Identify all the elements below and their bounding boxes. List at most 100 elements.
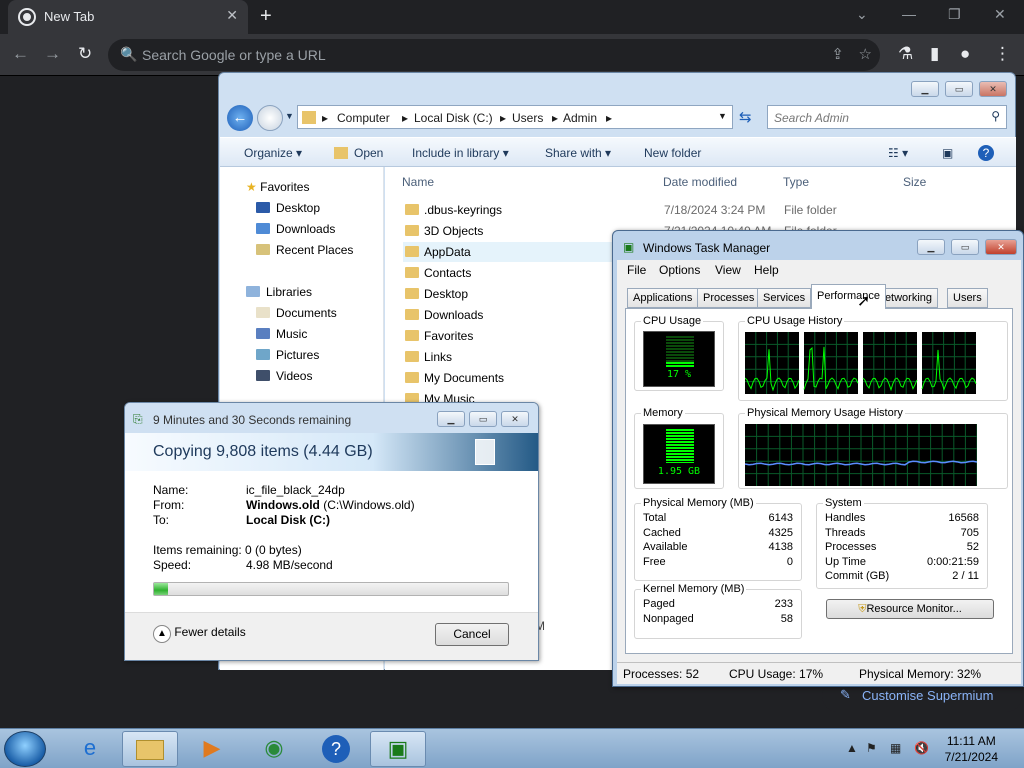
nav-documents[interactable]: Documents	[256, 306, 337, 320]
fewer-details-button[interactable]: ▲ Fewer details	[153, 625, 246, 643]
resource-monitor-button[interactable]: ⛨Resource Monitor...	[826, 599, 994, 619]
close-window-icon[interactable]: ✕	[994, 6, 1006, 23]
address-dropdown-icon[interactable]: ▼	[718, 111, 727, 121]
explorer-minimize-button[interactable]: ▁	[911, 81, 939, 97]
column-date-modified[interactable]: Date modified	[663, 175, 737, 189]
action-center-flag-icon[interactable]: ⚑	[866, 741, 877, 755]
forward-icon[interactable]: →	[44, 44, 61, 64]
nav-music[interactable]: Music	[256, 327, 307, 341]
nav-recent-places[interactable]: Recent Places	[256, 243, 353, 257]
network-globe-icon[interactable]: ◉	[246, 731, 302, 767]
bookmark-star-icon[interactable]: ☆	[859, 45, 872, 63]
tab-performance[interactable]: Performance	[811, 284, 886, 309]
column-name[interactable]: Name	[402, 175, 434, 189]
stat-value: 58	[780, 612, 793, 625]
tab-services[interactable]: Services	[757, 288, 812, 308]
tab-processes[interactable]: Processes	[697, 288, 761, 308]
extensions-icon[interactable]: ⚗	[898, 44, 913, 64]
forward-button[interactable]	[257, 105, 283, 131]
recent-pages-icon[interactable]: ▼	[285, 111, 294, 121]
breadcrumb-computer[interactable]: Computer	[337, 111, 390, 125]
explorer-close-button[interactable]: ✕	[979, 81, 1007, 97]
menu-options[interactable]: Options	[659, 263, 700, 277]
status-cpu: CPU Usage: 17%	[729, 667, 824, 681]
profile-icon[interactable]: ●	[960, 44, 970, 64]
breadcrumb-users[interactable]: Users	[512, 111, 543, 125]
omnibox[interactable]: 🔍 Search Google or type a URL ⇪ ☆	[108, 39, 880, 71]
volume-muted-icon[interactable]: 🔇	[914, 741, 929, 755]
view-options-icon[interactable]: ☷ ▾	[888, 146, 908, 160]
copy-dialog: ⎘ 9 Minutes and 30 Seconds remaining ▁ ▭…	[124, 402, 539, 661]
share-icon[interactable]: ⇪	[831, 45, 844, 63]
explorer-maximize-button[interactable]: ▭	[945, 81, 973, 97]
clock-time: 11:11 AM	[946, 734, 996, 748]
include-in-library-button[interactable]: Include in library ▾	[412, 146, 509, 160]
address-bar[interactable]: ▸ Computer ▸ Local Disk (C:) ▸ Users ▸ A…	[297, 105, 733, 129]
restore-icon[interactable]: ❐	[948, 6, 961, 23]
preview-pane-icon[interactable]: ▣	[942, 146, 953, 160]
tab-title: New Tab	[44, 9, 95, 24]
nav-favorites[interactable]: ★ Favorites	[246, 180, 309, 194]
copy-dialog-titlebar: ⎘ 9 Minutes and 30 Seconds remaining ▁ ▭…	[125, 403, 538, 433]
clock[interactable]: 11:11 AM 7/21/2024	[945, 733, 998, 765]
close-tab-icon[interactable]: ✕	[226, 7, 238, 24]
tab-new-tab[interactable]: New Tab ✕	[8, 0, 248, 34]
breadcrumb-local-disk[interactable]: Local Disk (C:)	[414, 111, 493, 125]
share-with-button[interactable]: Share with ▾	[545, 146, 611, 160]
help-support-icon[interactable]: ?	[308, 731, 364, 767]
explorer-taskbar-icon[interactable]	[122, 731, 178, 767]
tm-close-button[interactable]: ✕	[985, 239, 1017, 255]
network-icon[interactable]: ▦	[890, 741, 901, 755]
menu-file[interactable]: File	[627, 263, 646, 277]
reload-icon[interactable]: ↻	[78, 44, 92, 64]
cancel-button[interactable]: Cancel	[435, 623, 509, 646]
omnibox-placeholder: Search Google or type a URL	[142, 47, 326, 63]
tab-search-icon[interactable]: ⌄	[856, 6, 868, 23]
chevron-up-icon: ▲	[153, 625, 171, 643]
customise-label: Customise Supermium	[862, 688, 994, 703]
menu-icon[interactable]: ⋮	[994, 44, 1011, 64]
side-panel-icon[interactable]: ▮	[930, 44, 939, 64]
menu-view[interactable]: View	[715, 263, 741, 277]
new-folder-button[interactable]: New folder	[644, 146, 701, 160]
stat-value: 233	[774, 598, 793, 610]
include-label: Include in library	[412, 146, 500, 160]
show-hidden-icons[interactable]: ▲	[846, 741, 858, 755]
stat-label: Paged	[643, 598, 675, 610]
file-row[interactable]: .dbus-keyrings 7/18/2024 3:24 PM File fold…	[403, 200, 1003, 220]
start-button[interactable]	[4, 731, 46, 767]
nav-downloads[interactable]: Downloads	[256, 222, 335, 236]
search-input[interactable]: Search Admin ⚲	[767, 105, 1007, 129]
media-player-icon[interactable]: ▶	[184, 731, 240, 767]
refresh-icon[interactable]: ⇆	[739, 108, 752, 126]
back-icon[interactable]: ←	[12, 44, 29, 64]
tm-maximize-button[interactable]: ▭	[951, 239, 979, 255]
tab-applications[interactable]: Applications	[627, 288, 699, 308]
nav-videos[interactable]: Videos	[256, 369, 312, 383]
open-button[interactable]: Open	[354, 146, 383, 160]
stat-value: 52	[966, 541, 979, 553]
column-size[interactable]: Size	[903, 175, 926, 189]
internet-explorer-icon[interactable]: e	[62, 731, 118, 767]
nav-libraries[interactable]: Libraries	[246, 285, 312, 299]
breadcrumb-admin[interactable]: Admin	[563, 111, 597, 125]
tm-minimize-button[interactable]: ▁	[917, 239, 945, 255]
nav-desktop[interactable]: Desktop	[256, 201, 320, 215]
new-tab-button[interactable]: +	[260, 5, 272, 28]
memory-meter-fill	[666, 429, 694, 463]
folder-icon	[405, 246, 419, 257]
nav-pictures[interactable]: Pictures	[256, 348, 319, 362]
copy-close-button[interactable]: ✕	[501, 411, 529, 427]
help-icon[interactable]: ?	[978, 145, 994, 161]
copy-minimize-button[interactable]: ▁	[437, 411, 465, 427]
folder-icon	[405, 267, 419, 278]
tab-users[interactable]: Users	[947, 288, 988, 308]
back-button[interactable]: ←	[227, 105, 253, 131]
menu-help[interactable]: Help	[754, 263, 779, 277]
copy-maximize-button[interactable]: ▭	[469, 411, 497, 427]
task-manager-taskbar-icon[interactable]: ▣	[370, 731, 426, 767]
organize-button[interactable]: Organize ▾	[244, 146, 302, 160]
name-label: Name:	[153, 483, 189, 497]
column-type[interactable]: Type	[783, 175, 809, 189]
minimize-icon[interactable]: —	[902, 6, 916, 22]
